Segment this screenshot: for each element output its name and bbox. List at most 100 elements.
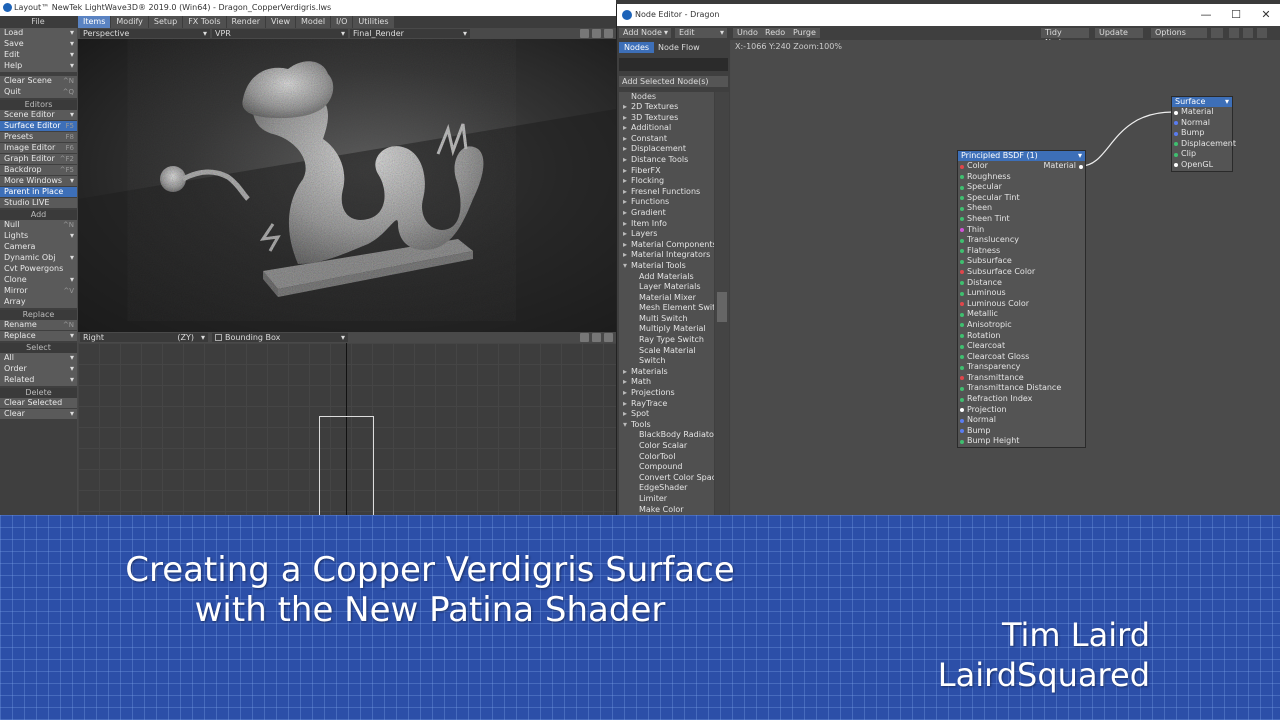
toolbar-rename[interactable]: Rename ^N	[0, 319, 77, 330]
node-category-material-tools[interactable]: ▾ Material Tools	[619, 261, 714, 272]
input-connector[interactable]	[1174, 152, 1178, 157]
toolbar-scene-editor[interactable]: Scene Editor ▾	[0, 109, 77, 120]
surface-node-header[interactable]: Surface ▾	[1172, 97, 1232, 107]
bsdf-input-color[interactable]: Color Material	[958, 161, 1085, 172]
toolbar-related[interactable]: Related ▾	[0, 375, 77, 386]
tab-fx-tools[interactable]: FX Tools	[183, 16, 226, 28]
toolbar-image-editor[interactable]: Image Editor F6	[0, 142, 77, 153]
scrollbar-thumb[interactable]	[717, 292, 727, 322]
gear-icon[interactable]	[592, 29, 601, 38]
toolbar-load[interactable]: Load ▾	[0, 28, 77, 39]
input-connector[interactable]	[960, 323, 964, 328]
bsdf-input-subsurface[interactable]: Subsurface	[958, 256, 1085, 267]
surface-input-bump[interactable]: Bump	[1172, 128, 1232, 139]
input-connector[interactable]	[960, 312, 964, 317]
tab-utilities[interactable]: Utilities	[353, 16, 394, 28]
input-connector[interactable]	[960, 196, 964, 201]
input-connector[interactable]	[960, 249, 964, 254]
bsdf-input-transmittance-distance[interactable]: Transmittance Distance	[958, 383, 1085, 394]
input-connector[interactable]	[960, 259, 964, 264]
options-button[interactable]: Options	[1151, 28, 1207, 38]
toolbar-array[interactable]: Array	[0, 297, 77, 308]
toolbar-help[interactable]: Help ▾	[0, 61, 77, 72]
node-category-math[interactable]: ▸ Math	[619, 377, 714, 388]
toolbar-dynamic-obj[interactable]: Dynamic Obj ▾	[0, 253, 77, 264]
node-item-color-scalar[interactable]: Color Scalar	[619, 441, 714, 452]
input-connector[interactable]	[960, 408, 964, 413]
perspective-viewport[interactable]: Perspective ▾ VPR ▾ Final_Render ▾	[78, 28, 616, 332]
toolbar-surface-editor[interactable]: Surface Editor F5	[0, 120, 77, 131]
toolbar-camera[interactable]: Camera	[0, 242, 77, 253]
edit-button[interactable]: Edit ▾	[675, 28, 727, 38]
input-connector[interactable]	[960, 302, 964, 307]
maximize-icon[interactable]: ☐	[1221, 4, 1251, 26]
bsdf-node-header[interactable]: Principled BSDF (1) ▾	[958, 151, 1085, 161]
undo-button[interactable]: Undo	[733, 28, 762, 38]
node-category-layers[interactable]: ▸ Layers	[619, 229, 714, 240]
tab-setup[interactable]: Setup	[148, 16, 183, 28]
toolbar-clone[interactable]: Clone ▾	[0, 275, 77, 286]
input-connector[interactable]	[960, 365, 964, 370]
bsdf-input-metallic[interactable]: Metallic	[958, 309, 1085, 320]
camera-icon[interactable]	[580, 333, 589, 342]
node-category-constant[interactable]: ▸ Constant	[619, 134, 714, 145]
bsdf-input-normal[interactable]: Normal	[958, 415, 1085, 426]
toolbar-cvt-powergons[interactable]: Cvt Powergons	[0, 264, 77, 275]
redo-button[interactable]: Redo	[761, 28, 790, 38]
node-category-gradient[interactable]: ▸ Gradient	[619, 208, 714, 219]
node-category-functions[interactable]: ▸ Functions	[619, 197, 714, 208]
node-category-3d-textures[interactable]: ▸ 3D Textures	[619, 113, 714, 124]
input-connector[interactable]	[960, 281, 964, 286]
bsdf-input-rotation[interactable]: Rotation	[958, 331, 1085, 342]
node-category-fiberfx[interactable]: ▸ FiberFX	[619, 166, 714, 177]
surface-node[interactable]: Surface ▾ Material Normal Bump Displacement C…	[1171, 96, 1236, 172]
bsdf-input-sheen[interactable]: Sheen	[958, 203, 1085, 214]
input-connector[interactable]	[960, 386, 964, 391]
tidy-nodes-button[interactable]: Tidy Nodes	[1041, 28, 1089, 47]
node-category-displacement[interactable]: ▸ Displacement	[619, 144, 714, 155]
bsdf-input-bump[interactable]: Bump	[958, 426, 1085, 437]
node-category-spot[interactable]: ▸ Spot	[619, 409, 714, 420]
node-item-colortool[interactable]: ColorTool	[619, 452, 714, 463]
input-connector[interactable]	[960, 270, 964, 275]
input-connector[interactable]	[960, 164, 964, 169]
zoom-icon[interactable]	[1243, 28, 1253, 38]
node-category-additional[interactable]: ▸ Additional	[619, 123, 714, 134]
node-category-tools[interactable]: ▾ Tools	[619, 420, 714, 431]
toolbar-parent-in-place[interactable]: Parent in Place	[0, 186, 77, 197]
toolbar-edit[interactable]: Edit ▾	[0, 50, 77, 61]
surface-input-normal[interactable]: Normal	[1172, 118, 1232, 129]
toolbar-more-windows[interactable]: More Windows ▾	[0, 175, 77, 186]
node-category-fresnel-functions[interactable]: ▸ Fresnel Functions	[619, 187, 714, 198]
toolbar-studio-live[interactable]: Studio LIVE	[0, 197, 77, 208]
tab-model[interactable]: Model	[296, 16, 331, 28]
bsdf-input-specular[interactable]: Specular	[958, 182, 1085, 193]
node-category-item-info[interactable]: ▸ Item Info	[619, 219, 714, 230]
bsdf-input-luminous[interactable]: Luminous	[958, 288, 1085, 299]
tab-items[interactable]: Items	[78, 16, 111, 28]
tab-node-flow[interactable]: Node Flow	[653, 42, 705, 53]
toolbar-mirror[interactable]: Mirror ^V	[0, 286, 77, 297]
camera-dropdown[interactable]: Final_Render ▾	[350, 29, 470, 38]
fit-icon[interactable]	[1257, 28, 1267, 38]
toolbar-quit[interactable]: Quit ^Q	[0, 87, 77, 98]
tab-modify[interactable]: Modify	[111, 16, 148, 28]
node-category-projections[interactable]: ▸ Projections	[619, 388, 714, 399]
close-icon[interactable]: ✕	[1251, 4, 1280, 26]
input-connector[interactable]	[960, 439, 964, 444]
add-selected-nodes-button[interactable]: Add Selected Node(s)	[619, 76, 728, 87]
bounding-box[interactable]	[319, 416, 374, 515]
toolbar-lights[interactable]: Lights ▾	[0, 231, 77, 242]
toolbar-null[interactable]: Null ^N	[0, 220, 77, 231]
input-connector[interactable]	[960, 429, 964, 434]
vpr-render-area[interactable]	[78, 39, 616, 332]
node-item-mesh-element-switch[interactable]: Mesh Element Switch	[619, 303, 714, 314]
tab-i-o[interactable]: I/O	[331, 16, 353, 28]
bsdf-input-distance[interactable]: Distance	[958, 278, 1085, 289]
input-connector[interactable]	[960, 397, 964, 402]
maximize-icon[interactable]	[604, 29, 613, 38]
purge-button[interactable]: Purge	[789, 28, 820, 38]
input-connector[interactable]	[960, 175, 964, 180]
toolbar-presets[interactable]: Presets F8	[0, 131, 77, 142]
pin-icon[interactable]	[1211, 28, 1223, 38]
